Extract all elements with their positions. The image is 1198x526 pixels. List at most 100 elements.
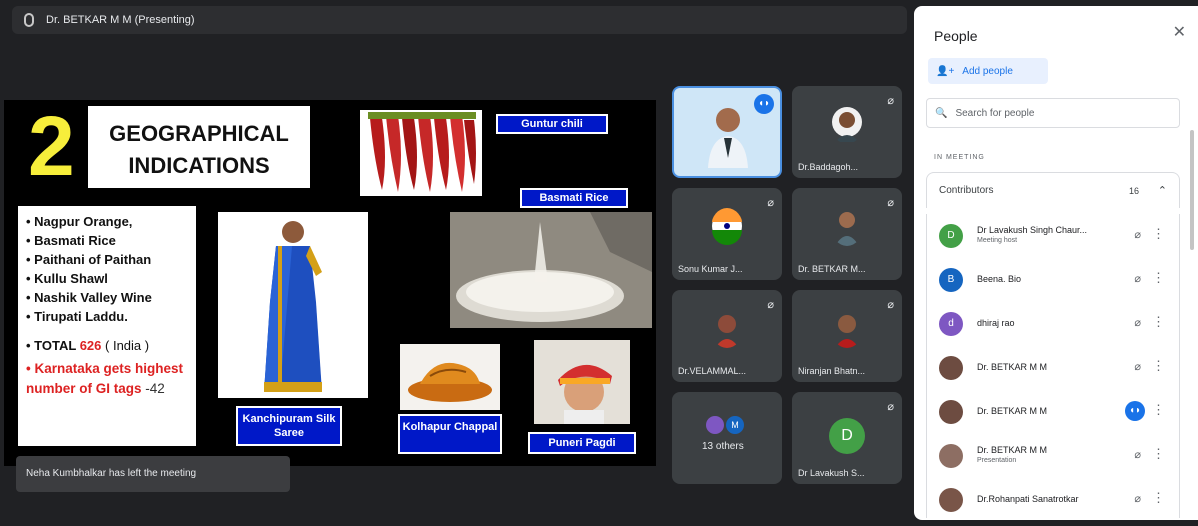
participant-row[interactable]: D Dr Lavakush Singh Chaur... Meeting hos…: [926, 214, 1180, 258]
add-people-label: Add people: [962, 65, 1013, 77]
participant-photo: [832, 107, 862, 142]
mic-off-icon: ⌀: [887, 401, 894, 413]
gi-list-item: Paithani of Paithan: [26, 250, 188, 269]
more-options-icon[interactable]: ⋮: [1152, 270, 1165, 286]
participant-row-name: dhiraj rao: [977, 318, 1015, 328]
puneri-pagdi-image: [534, 340, 630, 424]
participant-tile[interactable]: ⌀ Dr.VELAMMAL...: [672, 290, 782, 382]
slide-heading: GEOGRAPHICAL INDICATIONS: [88, 106, 310, 188]
avatar: D: [939, 224, 963, 248]
total-label: TOTAL: [34, 338, 77, 353]
more-options-icon[interactable]: ⋮: [1152, 358, 1165, 374]
participant-row-name: Dr. BETKAR M M: [977, 362, 1048, 372]
avatar: [939, 444, 963, 468]
gi-list-box: Nagpur Orange, Basmati Rice Paithani of …: [18, 206, 196, 446]
participant-row[interactable]: d dhiraj rao ⌀ ⋮: [926, 302, 1180, 346]
gi-list-item: Kullu Shawl: [26, 269, 188, 288]
gi-list-item: Basmati Rice: [26, 231, 188, 250]
participant-tile[interactable]: ⌀ Dr.Baddagoh...: [792, 86, 902, 178]
participant-photo: [835, 315, 859, 348]
participant-name: Dr.VELAMMAL...: [678, 366, 747, 376]
others-count: 13 others: [702, 441, 744, 452]
karnataka-line: • Karnataka gets highest number of GI ta…: [26, 361, 184, 396]
kolhapur-chappal-image: [400, 344, 500, 410]
avatar: [939, 488, 963, 512]
gi-list-item: Nashik Valley Wine: [26, 288, 188, 307]
more-options-icon[interactable]: ⋮: [1152, 314, 1165, 330]
speaking-indicator-icon: ◖◗: [754, 94, 774, 114]
contributors-group-header[interactable]: Contributors 16 ⌃: [926, 172, 1180, 208]
participant-name: Dr Lavakush S...: [798, 468, 865, 478]
slide-number: 2: [28, 99, 75, 193]
add-person-icon: 👤+: [936, 65, 955, 77]
participant-row-name: Dr. BETKAR M M: [977, 445, 1048, 455]
mic-off-icon: ⌀: [767, 299, 774, 311]
participant-tile[interactable]: ⌀ D Dr Lavakush S...: [792, 392, 902, 484]
participant-row-role: Meeting host: [977, 237, 1018, 244]
others-tile[interactable]: M 13 others: [672, 392, 782, 484]
add-people-button[interactable]: 👤+ Add people: [928, 58, 1048, 84]
participant-row-role: Presentation: [977, 457, 1017, 464]
people-panel-scrollbar[interactable]: [1190, 130, 1194, 250]
caption-basmati-rice: Basmati Rice: [520, 188, 628, 208]
mic-off-icon: ⌀: [1134, 493, 1141, 505]
avatar: [939, 400, 963, 424]
participant-row[interactable]: Dr. BETKAR M M Presentation ⌀ ⋮: [926, 434, 1180, 478]
microphone-icon: [24, 13, 34, 27]
participant-row[interactable]: B Beena. Bio ⌀ ⋮: [926, 258, 1180, 302]
participant-row-name: Beena. Bio: [977, 274, 1022, 284]
participant-row[interactable]: Dr. BETKAR M M ◖◗ ⋮: [926, 390, 1180, 434]
mic-off-icon: ⌀: [887, 95, 894, 107]
participant-name: Dr.Baddagoh...: [798, 162, 859, 172]
heading-line-2: INDICATIONS: [128, 152, 270, 178]
presenter-title: Dr. BETKAR M M (Presenting): [46, 14, 195, 26]
participant-row[interactable]: Dr.Rohanpati Sanatrotkar ⌀ ⋮: [926, 478, 1180, 518]
participant-name: Niranjan Bhatn...: [798, 366, 866, 376]
more-options-icon[interactable]: ⋮: [1152, 490, 1165, 506]
gi-list-item: Tirupati Laddu.: [26, 307, 188, 326]
participant-video: [708, 108, 748, 168]
participant-row-name: Dr.Rohanpati Sanatrotkar: [977, 494, 1079, 504]
caption-kolhapur-chappal: Kolhapur Chappal: [398, 414, 502, 454]
more-options-icon[interactable]: ⋮: [1152, 226, 1165, 242]
participant-photo: [712, 208, 742, 245]
search-people-input[interactable]: 🔍 Search for people: [926, 98, 1180, 128]
others-avatars: M: [706, 416, 744, 434]
more-options-icon[interactable]: ⋮: [1152, 446, 1165, 462]
chevron-up-icon[interactable]: ⌃: [1158, 184, 1167, 197]
mic-off-icon: ⌀: [767, 197, 774, 209]
participant-tile[interactable]: ⌀ Niranjan Bhatn...: [792, 290, 902, 382]
contributors-label: Contributors: [939, 185, 994, 196]
avatar: B: [939, 268, 963, 292]
total-line: • TOTAL 626 ( India ): [26, 338, 150, 353]
caption-kanchipuram-saree: Kanchipuram Silk Saree: [236, 406, 342, 446]
more-options-icon[interactable]: ⋮: [1152, 402, 1165, 418]
participant-row[interactable]: Dr. BETKAR M M ⌀ ⋮: [926, 346, 1180, 390]
karnataka-count: -42: [145, 381, 165, 396]
left-meeting-toast: Neha Kumbhalkar has left the meeting: [16, 456, 290, 492]
avatar: [939, 356, 963, 380]
others-avatar: M: [726, 416, 744, 434]
caption-guntur-chili: Guntur chili: [496, 114, 608, 134]
mic-off-icon: ⌀: [887, 299, 894, 311]
kanchipuram-saree-image: [218, 212, 368, 398]
participant-photo: [835, 212, 859, 246]
close-icon[interactable]: ✕: [1173, 22, 1186, 42]
participant-tile-speaking[interactable]: ◖◗: [672, 86, 782, 178]
participant-tile[interactable]: ⌀ Dr. BETKAR M...: [792, 188, 902, 280]
speaking-indicator-icon: ◖◗: [1125, 401, 1145, 421]
mic-off-icon: ⌀: [1134, 273, 1141, 285]
total-suffix: ( India ): [105, 338, 150, 353]
gi-list-item: Nagpur Orange,: [26, 212, 188, 231]
participant-tile[interactable]: ⌀ Sonu Kumar J...: [672, 188, 782, 280]
presenting-bar: Dr. BETKAR M M (Presenting): [12, 6, 907, 34]
mic-off-icon: ⌀: [1134, 229, 1141, 241]
mic-off-icon: ⌀: [887, 197, 894, 209]
people-panel-title: People: [934, 28, 978, 44]
basmati-rice-image: [450, 212, 652, 328]
mic-off-icon: ⌀: [1134, 317, 1141, 329]
presentation-slide: 2 GEOGRAPHICAL INDICATIONS Nagpur Orange…: [4, 100, 656, 466]
search-placeholder: Search for people: [955, 107, 1035, 119]
avatar: d: [939, 312, 963, 336]
others-avatar: [706, 416, 724, 434]
